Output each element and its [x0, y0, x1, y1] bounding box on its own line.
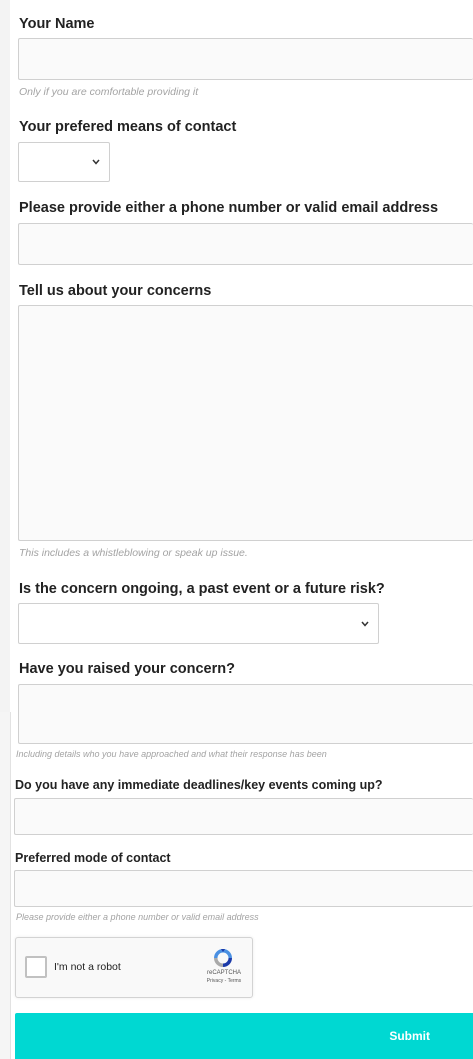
recaptcha-checkbox[interactable] — [25, 956, 47, 978]
preferred-mode-input[interactable] — [14, 870, 473, 907]
recaptcha-privacy-link[interactable]: Privacy — [207, 978, 223, 984]
left-edge-bar-lower — [0, 712, 11, 1059]
timing-select[interactable] — [18, 603, 379, 644]
timing-label: Is the concern ongoing, a past event or … — [19, 581, 385, 597]
submit-button[interactable]: Submit — [15, 1013, 473, 1059]
concerns-help: This includes a whistleblowing or speak … — [19, 547, 248, 559]
concerns-label: Tell us about your concerns — [19, 283, 212, 299]
left-edge-bar — [0, 0, 10, 712]
recaptcha-terms-link[interactable]: Terms — [228, 978, 242, 984]
chevron-down-icon — [92, 159, 100, 165]
deadlines-label: Do you have any immediate deadlines/key … — [15, 778, 383, 792]
raised-help: Including details who you have approache… — [16, 749, 327, 759]
raised-textarea[interactable] — [18, 684, 473, 744]
preferred-mode-help: Please provide either a phone number or … — [16, 912, 259, 922]
phone-email-label: Please provide either a phone number or … — [19, 200, 439, 216]
name-label: Your Name — [19, 16, 95, 32]
phone-email-input[interactable] — [18, 223, 473, 265]
name-help: Only if you are comfortable providing it — [19, 86, 199, 98]
concerns-textarea[interactable] — [18, 305, 473, 541]
contact-means-label: Your prefered means of contact — [19, 119, 237, 135]
contact-means-select[interactable] — [18, 142, 110, 182]
preferred-mode-label: Preferred mode of contact — [15, 851, 171, 865]
chevron-down-icon — [361, 621, 369, 627]
recaptcha-brand: reCAPTCHA — [206, 970, 241, 976]
raised-label: Have you raised your concern? — [19, 661, 235, 677]
name-input[interactable] — [18, 38, 473, 80]
recaptcha-links: Privacy - Terms — [196, 978, 252, 984]
recaptcha-widget: I'm not a robot reCAPTCHA Privacy - Term… — [15, 937, 253, 998]
deadlines-input[interactable] — [14, 798, 473, 835]
recaptcha-logo-icon — [214, 949, 232, 967]
recaptcha-label: I'm not a robot — [54, 961, 121, 973]
